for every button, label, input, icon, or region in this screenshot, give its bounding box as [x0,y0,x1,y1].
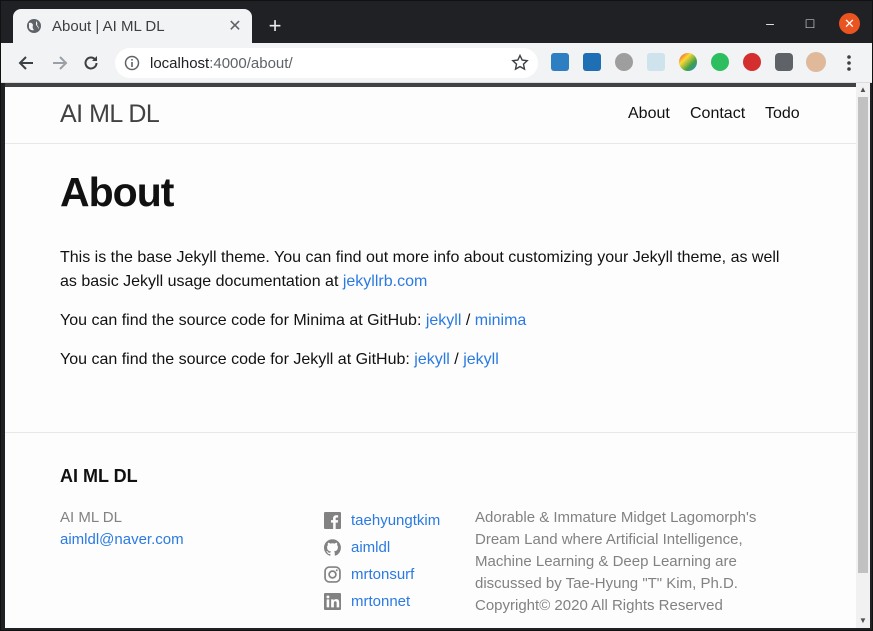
adblock-icon[interactable] [743,53,761,71]
color-extension-icon[interactable] [679,53,697,71]
url-path: :4000/about/ [209,54,293,72]
minima-link[interactable]: minima [475,312,527,329]
jekyll-github-link[interactable]: jekyll [414,351,450,368]
jekyll-link[interactable]: jekyll [426,312,462,329]
facebook-icon [324,512,341,529]
site-header: AI ML DL About Contact Todo [5,87,856,144]
screen-extension-icon[interactable] [647,53,665,71]
maximize-button[interactable]: □ [800,13,820,33]
linkedin-icon [324,593,341,610]
url-text: localhost:4000/about/ [150,55,511,72]
paragraph-minima: You can find the source code for Minima … [60,309,800,333]
social-github-label: aimldl [351,539,391,556]
arrow-left-icon [18,56,33,70]
profile-avatar[interactable] [806,52,826,72]
footer-email-link[interactable]: aimldl@naver.com [60,531,184,548]
reader-extension-icon[interactable] [551,53,569,71]
footer-heading: AI ML DL [60,466,138,486]
social-linkedin[interactable]: mrtonnet [324,588,440,615]
social-instagram[interactable]: mrtonsurf [324,561,440,588]
nav-link-about[interactable]: About [628,105,670,123]
menu-button[interactable] [837,51,861,75]
bookmark-star-icon[interactable] [511,54,529,72]
evernote-icon[interactable] [711,53,729,71]
paragraph-intro: This is the base Jekyll theme. You can f… [60,246,800,294]
minimize-button[interactable]: – [760,13,780,33]
footer-description: Adorable & Immature Midget Lagomorph's D… [475,509,757,614]
info-icon[interactable] [124,55,140,71]
nav-link-contact[interactable]: Contact [690,105,745,123]
social-instagram-label: mrtonsurf [351,566,415,583]
paragraph-jekyll: You can find the source code for Jekyll … [60,348,800,372]
tab-close-icon[interactable]: ✕ [226,17,244,35]
jekyll-repo-link[interactable]: jekyll [463,351,499,368]
nav-link-todo[interactable]: Todo [765,105,800,123]
translate-extension-icon[interactable] [615,53,633,71]
social-facebook-label: taehyungtkim [351,512,441,529]
page-title: About [60,169,174,215]
new-tab-button[interactable]: + [263,15,287,39]
scroll-up-arrow-icon[interactable]: ▲ [856,83,870,97]
browser-window: About | AI ML DL ✕ + – □ ✕ localhost:400… [0,0,873,631]
paragraph-minima-text: You can find the source code for Minima … [60,312,426,329]
back-button[interactable] [14,51,38,75]
social-facebook[interactable]: taehyungtkim [324,507,440,534]
site-footer: AI ML DL AI ML DL aimldl@naver.com taehy… [5,432,856,628]
social-linkedin-label: mrtonnet [351,593,411,610]
site-title-link[interactable]: AI ML DL [60,100,160,129]
reload-icon [84,56,98,70]
address-bar[interactable]: localhost:4000/about/ [115,48,538,78]
url-host: localhost [150,54,210,72]
window-close-button[interactable]: ✕ [839,13,860,34]
jekyllrb-link[interactable]: jekyllrb.com [343,273,427,290]
forward-button[interactable] [48,51,72,75]
footer-social-list: taehyungtkim aimldl mrtonsurf mrtonnet [324,507,440,615]
s-extension-icon[interactable] [583,53,601,71]
github-icon [324,539,341,556]
scroll-down-arrow-icon[interactable]: ▼ [856,614,870,628]
kebab-menu-icon [847,55,851,71]
globe-icon [27,19,41,33]
reload-button[interactable] [79,51,103,75]
footer-contact: AI ML DL aimldl@naver.com [60,507,184,551]
tab-title: About | AI ML DL [52,17,165,35]
separator: / [461,312,475,329]
tab-strip: About | AI ML DL ✕ + – □ ✕ [1,1,872,43]
tab-about[interactable]: About | AI ML DL ✕ [13,9,252,43]
scrollbar-thumb[interactable] [858,97,868,573]
footer-name: AI ML DL [60,509,122,526]
page-viewport: AI ML DL About Contact Todo About This i… [5,83,856,628]
browser-toolbar: localhost:4000/about/ [1,43,872,83]
vertical-scrollbar[interactable]: ▲ ▼ [856,83,870,628]
paragraph-jekyll-text: You can find the source code for Jekyll … [60,351,415,368]
extensions-puzzle-icon[interactable] [775,53,793,71]
instagram-icon [324,566,341,583]
separator: / [449,351,464,368]
social-github[interactable]: aimldl [324,534,440,561]
arrow-right-icon [53,56,68,70]
